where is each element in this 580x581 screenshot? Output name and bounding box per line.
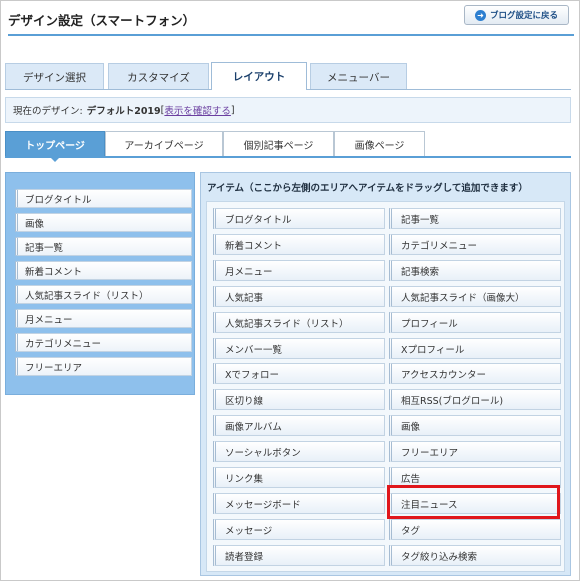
item-tile[interactable]: 人気記事 (213, 286, 385, 307)
placed-item-entry-list[interactable]: 記事一覧 (15, 237, 192, 256)
close-bracket: ] (230, 104, 235, 116)
subtab-archive-page[interactable]: アーカイブページ (105, 131, 223, 157)
item-tile[interactable]: 月メニュー (213, 260, 385, 281)
subtab-top-page[interactable]: トップページ (5, 131, 105, 162)
placed-item-free-area[interactable]: フリーエリア (15, 357, 192, 376)
item-tile[interactable]: 人気記事スライド（リスト） (213, 312, 385, 333)
page-title: デザイン設定（スマートフォン） (8, 13, 196, 28)
item-tile[interactable]: アクセスカウンター (389, 363, 561, 384)
items-grid-area: ブログタイトル 記事一覧 新着コメント カテゴリメニュー 月メニュー 記事検索 人気記事 人気… (206, 201, 565, 572)
tab-customize[interactable]: カスタマイズ (108, 63, 209, 90)
item-tile[interactable]: カテゴリメニュー (389, 234, 561, 255)
item-tile[interactable]: タグ (389, 519, 561, 540)
item-tile[interactable]: 広告 (389, 467, 561, 488)
tab-layout[interactable]: レイアウト (211, 62, 307, 90)
title-divider (8, 34, 574, 36)
placed-item-category-menu[interactable]: カテゴリメニュー (15, 333, 192, 352)
item-tile[interactable]: 相互RSS(ブログロール) (389, 389, 561, 410)
item-tile[interactable]: 記事一覧 (389, 208, 561, 229)
preview-design-link[interactable]: 表示を確認する (164, 103, 231, 117)
item-tile[interactable]: プロフィール (389, 312, 561, 333)
item-tile[interactable]: フリーエリア (389, 441, 561, 462)
item-tile[interactable]: メッセージボード (213, 493, 385, 514)
item-tile[interactable]: 読者登録 (213, 545, 385, 566)
current-design-name: デフォルト2019 (86, 106, 161, 117)
subtab-divider (5, 156, 571, 158)
item-tile[interactable]: 画像アルバム (213, 415, 385, 436)
item-tile[interactable]: メンバー一覧 (213, 338, 385, 359)
item-tile[interactable]: 人気記事スライド（画像大） (389, 286, 561, 307)
item-tile[interactable]: 画像 (389, 415, 561, 436)
item-tile[interactable]: Xでフォロー (213, 363, 385, 384)
item-tile[interactable]: ブログタイトル (213, 208, 385, 229)
items-panel-title: アイテム（ここから左側のエリアへアイテムをドラッグして追加できます） (207, 183, 528, 194)
item-tile[interactable]: Xプロフィール (389, 338, 561, 359)
arrow-circle-icon: ➜ (474, 9, 486, 21)
placed-item-recent-comments[interactable]: 新着コメント (15, 261, 192, 280)
items-panel: アイテム（ここから左側のエリアへアイテムをドラッグして追加できます） ブログタイ… (200, 172, 571, 576)
item-tile[interactable]: タグ絞り込み検索 (389, 545, 561, 566)
subtab-entry-page[interactable]: 個別記事ページ (223, 131, 334, 157)
current-design-prefix: 現在のデザイン: (13, 106, 83, 117)
item-tile[interactable]: 記事検索 (389, 260, 561, 281)
layout-drop-area[interactable]: ブログタイトル 画像 記事一覧 新着コメント 人気記事スライド（リスト） 月メニ… (5, 172, 195, 395)
tab-design-select[interactable]: デザイン選択 (5, 63, 104, 90)
placed-item-monthly-menu[interactable]: 月メニュー (15, 309, 192, 328)
page-frame: デザイン設定（スマートフォン） ➜ ブログ設定に戻る デザイン選択 カスタマイズ… (0, 0, 580, 581)
item-tile[interactable]: メッセージ (213, 519, 385, 540)
placed-item-blog-title[interactable]: ブログタイトル (15, 189, 192, 208)
tab-menubar[interactable]: メニューバー (310, 63, 407, 90)
back-button-label: ブログ設定に戻る (489, 11, 558, 21)
back-to-blog-settings-button[interactable]: ➜ ブログ設定に戻る (464, 5, 569, 25)
item-tile[interactable]: 新着コメント (213, 234, 385, 255)
subtab-image-page[interactable]: 画像ページ (334, 131, 425, 157)
item-tile[interactable]: 区切り線 (213, 389, 385, 410)
current-design-bar: 現在のデザイン: デフォルト2019 [表示を確認する] (5, 97, 571, 123)
placed-items-list: ブログタイトル 画像 記事一覧 新着コメント 人気記事スライド（リスト） 月メニ… (15, 189, 192, 381)
item-tile[interactable]: リンク集 (213, 467, 385, 488)
placed-item-popular-slide-list[interactable]: 人気記事スライド（リスト） (15, 285, 192, 304)
item-tile[interactable]: 注目ニュース (389, 493, 561, 514)
placed-item-image[interactable]: 画像 (15, 213, 192, 232)
item-tile[interactable]: ソーシャルボタン (213, 441, 385, 462)
